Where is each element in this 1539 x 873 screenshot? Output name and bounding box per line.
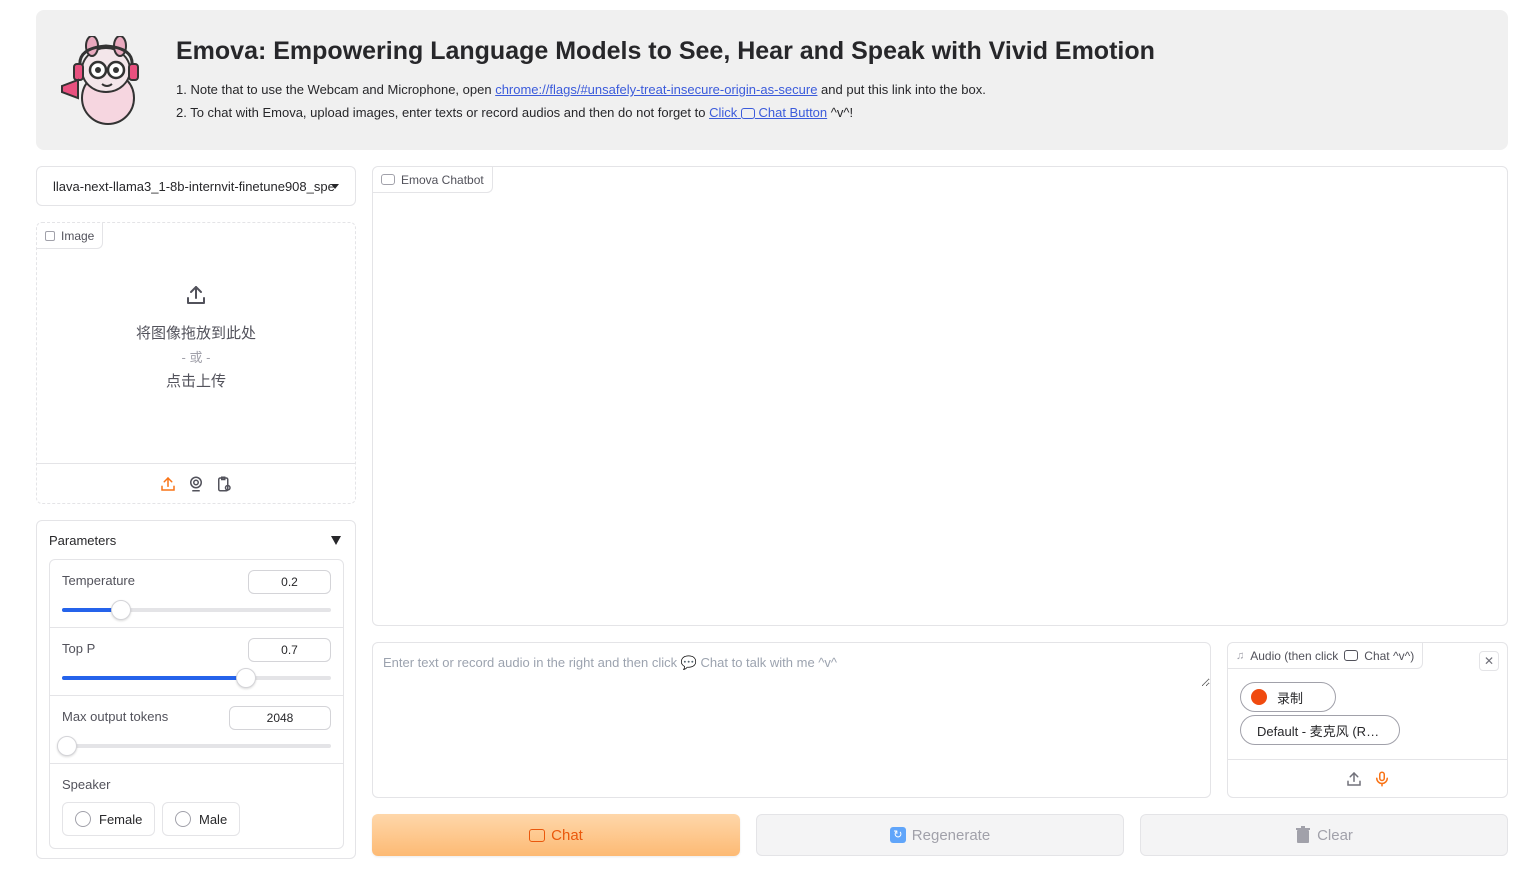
clipboard-icon[interactable]: [215, 475, 233, 493]
top-p-input[interactable]: 0.7: [248, 638, 331, 662]
microphone-icon[interactable]: [1373, 770, 1391, 788]
trash-icon: [1296, 826, 1311, 843]
model-select[interactable]: llava-next-llama3_1-8b-internvit-finetun…: [36, 166, 356, 206]
regenerate-button[interactable]: ↻ Regenerate: [756, 814, 1124, 856]
click-upload-text: 点击上传: [165, 373, 226, 390]
max-tokens-input[interactable]: 2048: [229, 706, 331, 730]
chat-bubble-icon: [529, 828, 546, 842]
dropdown-caret-icon: [331, 184, 339, 189]
refresh-icon: ↻: [889, 827, 906, 843]
parameters-panel: Parameters Temperature 0.2 Top P 0.7 Max…: [36, 520, 356, 859]
temperature-input[interactable]: 0.2: [248, 570, 331, 594]
temperature-row: Temperature 0.2: [50, 560, 343, 628]
max-tokens-slider[interactable]: [57, 736, 331, 756]
top-p-row: Top P 0.7: [50, 628, 343, 696]
record-dot-icon: [1251, 689, 1267, 705]
chat-bubble-icon: [381, 174, 395, 185]
chatbot-panel: Emova Chatbot: [372, 166, 1508, 626]
message-textbox[interactable]: [372, 642, 1211, 798]
temperature-slider[interactable]: [62, 600, 331, 620]
page-title: Emova: Empowering Language Models to See…: [176, 37, 1155, 65]
or-text: - 或 -: [181, 350, 211, 365]
audio-panel: ♫ Audio (then click Chat ^v^) ✕ 录制 Defau…: [1227, 642, 1508, 798]
parameters-title[interactable]: Parameters: [49, 533, 116, 548]
upload-icon: [187, 286, 205, 304]
close-icon[interactable]: ✕: [1479, 651, 1499, 671]
top-p-slider[interactable]: [62, 668, 331, 688]
clear-button[interactable]: Clear: [1140, 814, 1508, 856]
webcam-icon[interactable]: [187, 475, 205, 493]
speaker-option-female[interactable]: Female: [62, 802, 156, 836]
max-tokens-label: Max output tokens: [62, 709, 169, 724]
speaker-row: Speaker Female Male: [50, 764, 343, 848]
microphone-select[interactable]: Default - 麦克风 (R…: [1240, 715, 1400, 745]
record-button[interactable]: 录制: [1240, 682, 1336, 712]
top-p-label: Top P: [62, 641, 96, 656]
radio-circle-icon: [75, 811, 91, 827]
audio-label-tag: ♫ Audio (then click Chat ^v^): [1228, 643, 1424, 669]
chat-bubble-icon: [740, 108, 755, 120]
emova-logo-icon: [61, 36, 139, 125]
image-icon: [45, 230, 55, 241]
chat-bubble-icon: [1344, 650, 1359, 661]
image-label-tag: Image: [37, 223, 104, 249]
chat-button[interactable]: Chat: [372, 814, 740, 856]
radio-circle-icon: [175, 811, 191, 827]
upload-source-icon[interactable]: [1345, 770, 1363, 788]
image-upload[interactable]: Image 将图像拖放到此处 - 或 - 点击上传: [36, 222, 356, 504]
speaker-label: Speaker: [62, 777, 111, 792]
note-webcam: 1. Note that to use the Webcam and Micro…: [176, 82, 986, 97]
temperature-slider-thumb[interactable]: [111, 600, 132, 620]
max-tokens-row: Max output tokens 2048: [50, 696, 343, 764]
image-source-toolbar: [37, 463, 355, 503]
collapse-caret-icon[interactable]: [331, 536, 341, 545]
image-drop-zone[interactable]: 将图像拖放到此处 - 或 - 点击上传: [37, 283, 355, 394]
audio-source-toolbar: [1228, 759, 1507, 797]
drop-text: 将图像拖放到此处: [135, 325, 256, 342]
speaker-option-male[interactable]: Male: [162, 802, 241, 836]
model-select-value: llava-next-llama3_1-8b-internvit-finetun…: [53, 178, 335, 194]
header-panel: Emova: Empowering Language Models to See…: [36, 10, 1508, 150]
upload-source-icon[interactable]: [159, 475, 177, 493]
max-tokens-slider-thumb[interactable]: [57, 736, 78, 756]
chrome-flags-link[interactable]: chrome://flags/#unsafely-treat-insecure-…: [495, 82, 817, 97]
message-input[interactable]: [373, 643, 1210, 687]
click-chat-link[interactable]: Click Chat Button: [709, 105, 827, 120]
chatbot-label-tag: Emova Chatbot: [373, 167, 493, 193]
parameters-body: Temperature 0.2 Top P 0.7 Max output tok…: [49, 559, 344, 849]
top-p-slider-thumb[interactable]: [236, 668, 257, 688]
note-chat: 2. To chat with Emova, upload images, en…: [176, 105, 854, 120]
temperature-label: Temperature: [62, 573, 135, 588]
music-note-icon: ♫: [1236, 649, 1245, 662]
